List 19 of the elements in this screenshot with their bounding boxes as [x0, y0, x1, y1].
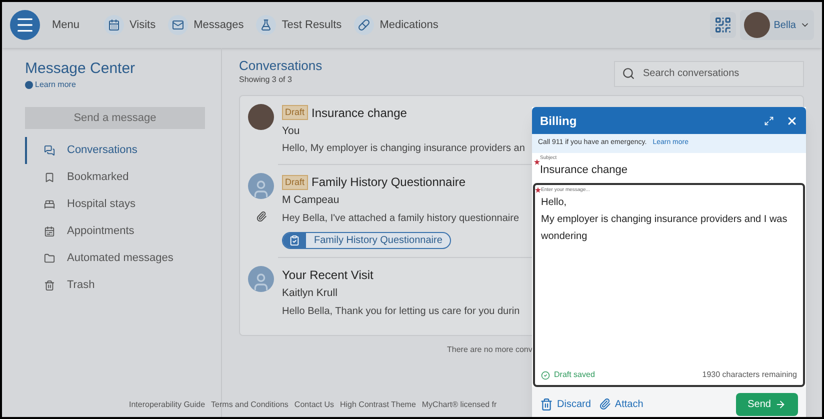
sender-name: Kaitlyn Krull — [282, 286, 338, 301]
message-preview: Hello Bella, Thank you for letting us care for you durin — [282, 304, 520, 319]
sender-name: You — [282, 124, 301, 138]
dialog-title: Billing — [540, 112, 577, 130]
section-title: Conversations — [239, 58, 322, 74]
message-preview: Hello, My employer is changing insurance providers an — [282, 142, 525, 156]
draft-status: Draft saved — [554, 369, 595, 381]
end-of-list-note: There are no more conv — [447, 344, 534, 356]
conversation-title: Insurance change — [312, 104, 407, 122]
conversation-title: Your Recent Visit — [282, 267, 374, 284]
subject-value: Insurance change — [540, 163, 628, 178]
characters-remaining: 1930 characters remaining — [702, 369, 797, 381]
conversation-count: Showing 3 of 3 — [239, 74, 293, 86]
conversation-title: Family History Questionnaire — [312, 174, 466, 192]
sender-name: M Campeau — [282, 193, 340, 208]
page-title: Message Center — [25, 60, 136, 79]
draft-tag: Draft — [282, 104, 308, 120]
message-preview: Hey Bella, I've attached a family history questionnaire — [282, 212, 520, 226]
draft-tag: Draft — [282, 174, 308, 190]
